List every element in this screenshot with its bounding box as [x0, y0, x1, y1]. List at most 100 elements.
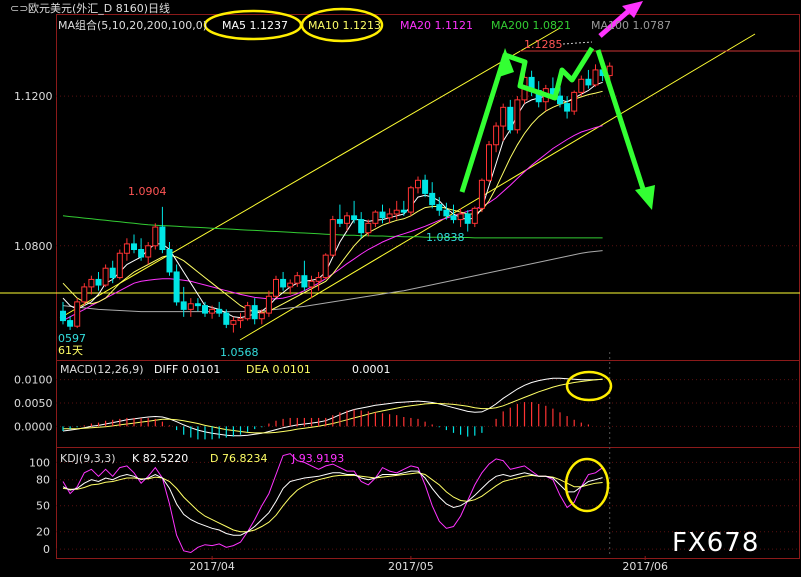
candle-body	[187, 303, 194, 310]
price-axis: 1.1200 1.0800	[14, 90, 53, 253]
kdj-k-label: K 82.5220	[132, 452, 188, 465]
candle-body	[202, 305, 208, 314]
candle-body	[166, 249, 173, 273]
ma5-line	[62, 81, 603, 319]
candle-body	[209, 308, 216, 314]
candle-body	[109, 267, 116, 279]
candle-body	[471, 207, 478, 224]
kdj-d-label: D 76.8234	[210, 452, 267, 465]
macd-tick-label: 0.0000	[14, 420, 53, 433]
candle	[358, 212, 365, 239]
candle-body	[152, 226, 159, 247]
candle-body	[422, 179, 429, 194]
candle	[351, 200, 358, 224]
candle-body	[557, 95, 563, 105]
trend-lines	[0, 27, 800, 341]
candle	[131, 234, 137, 254]
price-gridlines	[56, 95, 800, 247]
macd-lines	[62, 377, 603, 437]
green-down-arrow-shaft	[595, 49, 648, 196]
candle-body	[138, 249, 145, 258]
macd-axis: 0.0100 0.0050 0.0000	[14, 374, 800, 433]
candle	[301, 260, 308, 291]
candle	[202, 301, 208, 317]
candle	[422, 174, 429, 198]
macd-title: MACD(12,26,9)	[60, 363, 144, 376]
candle-body	[123, 243, 130, 254]
candle-body	[436, 204, 443, 211]
ma200-label: MA200 1.0821	[491, 19, 571, 32]
candle-body	[592, 69, 599, 86]
candle	[180, 286, 187, 317]
candle-body	[81, 286, 88, 303]
green-down-arrow-head	[635, 185, 655, 210]
candle-body	[486, 144, 492, 181]
candle	[507, 99, 514, 134]
candle	[585, 69, 592, 89]
candle-body	[251, 305, 258, 320]
candle-body	[329, 219, 336, 256]
candle-body	[507, 106, 514, 131]
candle-body	[415, 179, 421, 189]
candle	[244, 301, 251, 321]
candle-body	[237, 318, 244, 322]
macd-value-label: 0.0001	[352, 363, 391, 376]
candle	[173, 264, 180, 306]
candle	[500, 103, 507, 142]
stock-chart: 1.1200 1.0800 0.0100 0.0050 0.0000 100 80 50 2…	[0, 1, 800, 573]
candle	[486, 141, 492, 183]
macd-tick-label: 0.0050	[14, 397, 53, 410]
macd-tick-label: 0.0100	[14, 374, 53, 387]
candle	[81, 283, 88, 306]
candle-body	[180, 301, 187, 310]
candle	[386, 208, 393, 224]
candle	[308, 275, 315, 299]
price-annotations: 1.0904 1.0568 1.0838 1.1285 0597 61天	[58, 38, 593, 359]
kdj-title: KDJ(9,3,3)	[60, 452, 116, 465]
candle	[372, 210, 379, 228]
annotation-left-days: 61天	[58, 344, 83, 357]
candle-body	[514, 99, 521, 131]
candle-body	[379, 211, 386, 219]
candle	[273, 275, 279, 299]
ma-group-label: MA组合(5,10,20,200,100,0)	[58, 18, 207, 32]
ma10-line	[62, 90, 603, 313]
candle-body	[173, 271, 180, 303]
kdj-tick-label: 80	[36, 474, 50, 487]
ma100-label: MA100 1.0787	[591, 19, 671, 32]
candle	[74, 298, 81, 329]
menu-icon[interactable]: ⊂⊃	[10, 2, 28, 15]
candle-body	[60, 310, 66, 322]
candle-body	[407, 187, 414, 213]
candle	[265, 290, 272, 317]
kdj-tick-label: 0	[43, 543, 50, 556]
candle	[102, 264, 109, 287]
candle	[116, 249, 123, 280]
macd-diff-line	[62, 377, 603, 437]
candle-body	[457, 213, 464, 221]
kdj-tick-label: 100	[29, 456, 50, 469]
candle-body	[74, 301, 81, 327]
candle	[287, 279, 294, 295]
candle-body	[273, 278, 279, 297]
kdj-header: KDJ(9,3,3) K 82.5220 D 76.8234 J 93.9193	[60, 452, 344, 465]
candle-body	[336, 219, 343, 224]
candle	[88, 275, 95, 295]
candle	[166, 242, 173, 276]
annotation-low-2: 1.0838	[426, 231, 465, 244]
candle	[400, 200, 407, 216]
symbol-title: 欧元美元(外汇_D 8160)日线	[28, 1, 170, 15]
candle-body	[393, 209, 400, 215]
watermark: FX678	[672, 528, 759, 558]
candle	[322, 253, 329, 280]
candle	[159, 206, 166, 254]
candle-body	[102, 267, 109, 286]
candle	[60, 301, 66, 325]
candle-body	[315, 277, 322, 282]
candle-body	[258, 312, 265, 320]
candle	[478, 178, 485, 213]
candle-body	[194, 303, 201, 307]
price-tick-label: 1.0800	[14, 240, 53, 253]
candle-body	[564, 103, 571, 112]
kdj-j-line	[62, 453, 603, 554]
